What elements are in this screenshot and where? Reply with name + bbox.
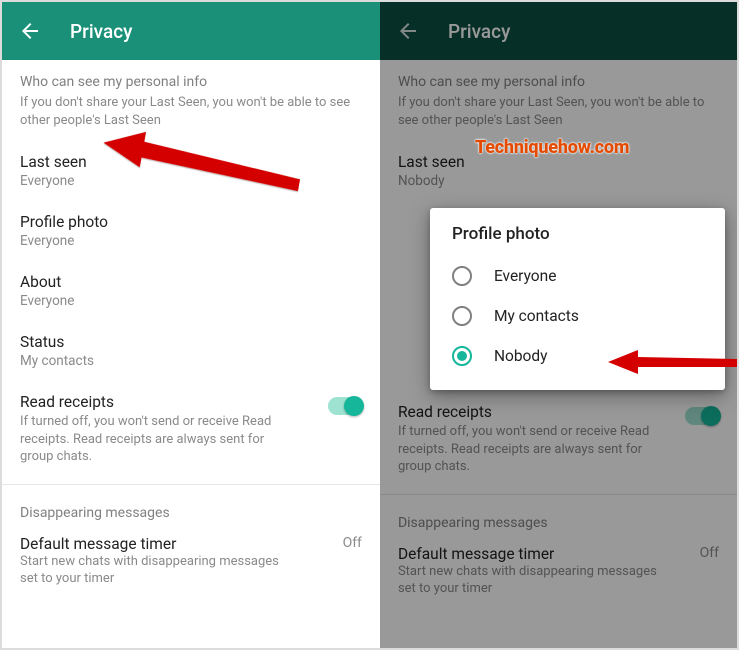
item-about[interactable]: About Everyone [2,261,380,321]
radio-label: My contacts [494,307,579,325]
page-title: Privacy [70,20,132,43]
item-title: Status [20,333,362,351]
radio-option-nobody[interactable]: Nobody [438,336,717,376]
right-screenshot: Privacy Who can see my personal info If … [380,2,737,648]
item-description: If turned off, you won't send or receive… [20,413,290,466]
back-arrow-icon[interactable] [18,19,42,43]
annotation-arrow-icon [608,346,737,378]
item-title: About [20,273,362,291]
app-header: Privacy [2,2,380,60]
radio-label: Everyone [494,267,556,285]
radio-option-my-contacts[interactable]: My contacts [438,296,717,336]
item-status[interactable]: Status My contacts [2,321,380,381]
item-value: Everyone [20,293,362,309]
dialog-title: Profile photo [438,224,717,256]
radio-label: Nobody [494,347,548,365]
item-title: Profile photo [20,213,362,231]
item-description: Start new chats with disappearing messag… [20,554,290,588]
toggle-switch[interactable] [328,397,362,415]
section-heading: Who can see my personal info [2,60,380,94]
radio-option-everyone[interactable]: Everyone [438,256,717,296]
section-heading-disappearing: Disappearing messages [2,491,380,525]
profile-photo-dialog: Profile photo Everyone My contacts Nobod… [430,208,725,390]
timer-value: Off [343,535,362,551]
item-profile-photo[interactable]: Profile photo Everyone [2,201,380,261]
item-value: Everyone [20,233,362,249]
watermark-text: Techniquehow.com [475,137,629,158]
item-title: Default message timer [20,535,290,553]
item-read-receipts[interactable]: Read receipts If turned off, you won't s… [2,381,380,478]
left-screenshot: Privacy Who can see my personal info If … [2,2,380,648]
divider [2,484,380,485]
item-default-timer[interactable]: Default message timer Start new chats wi… [2,525,380,598]
item-value: My contacts [20,353,362,369]
radio-icon [452,306,472,326]
item-title: Read receipts [20,393,290,411]
radio-icon [452,266,472,286]
radio-selected-icon [452,346,472,366]
